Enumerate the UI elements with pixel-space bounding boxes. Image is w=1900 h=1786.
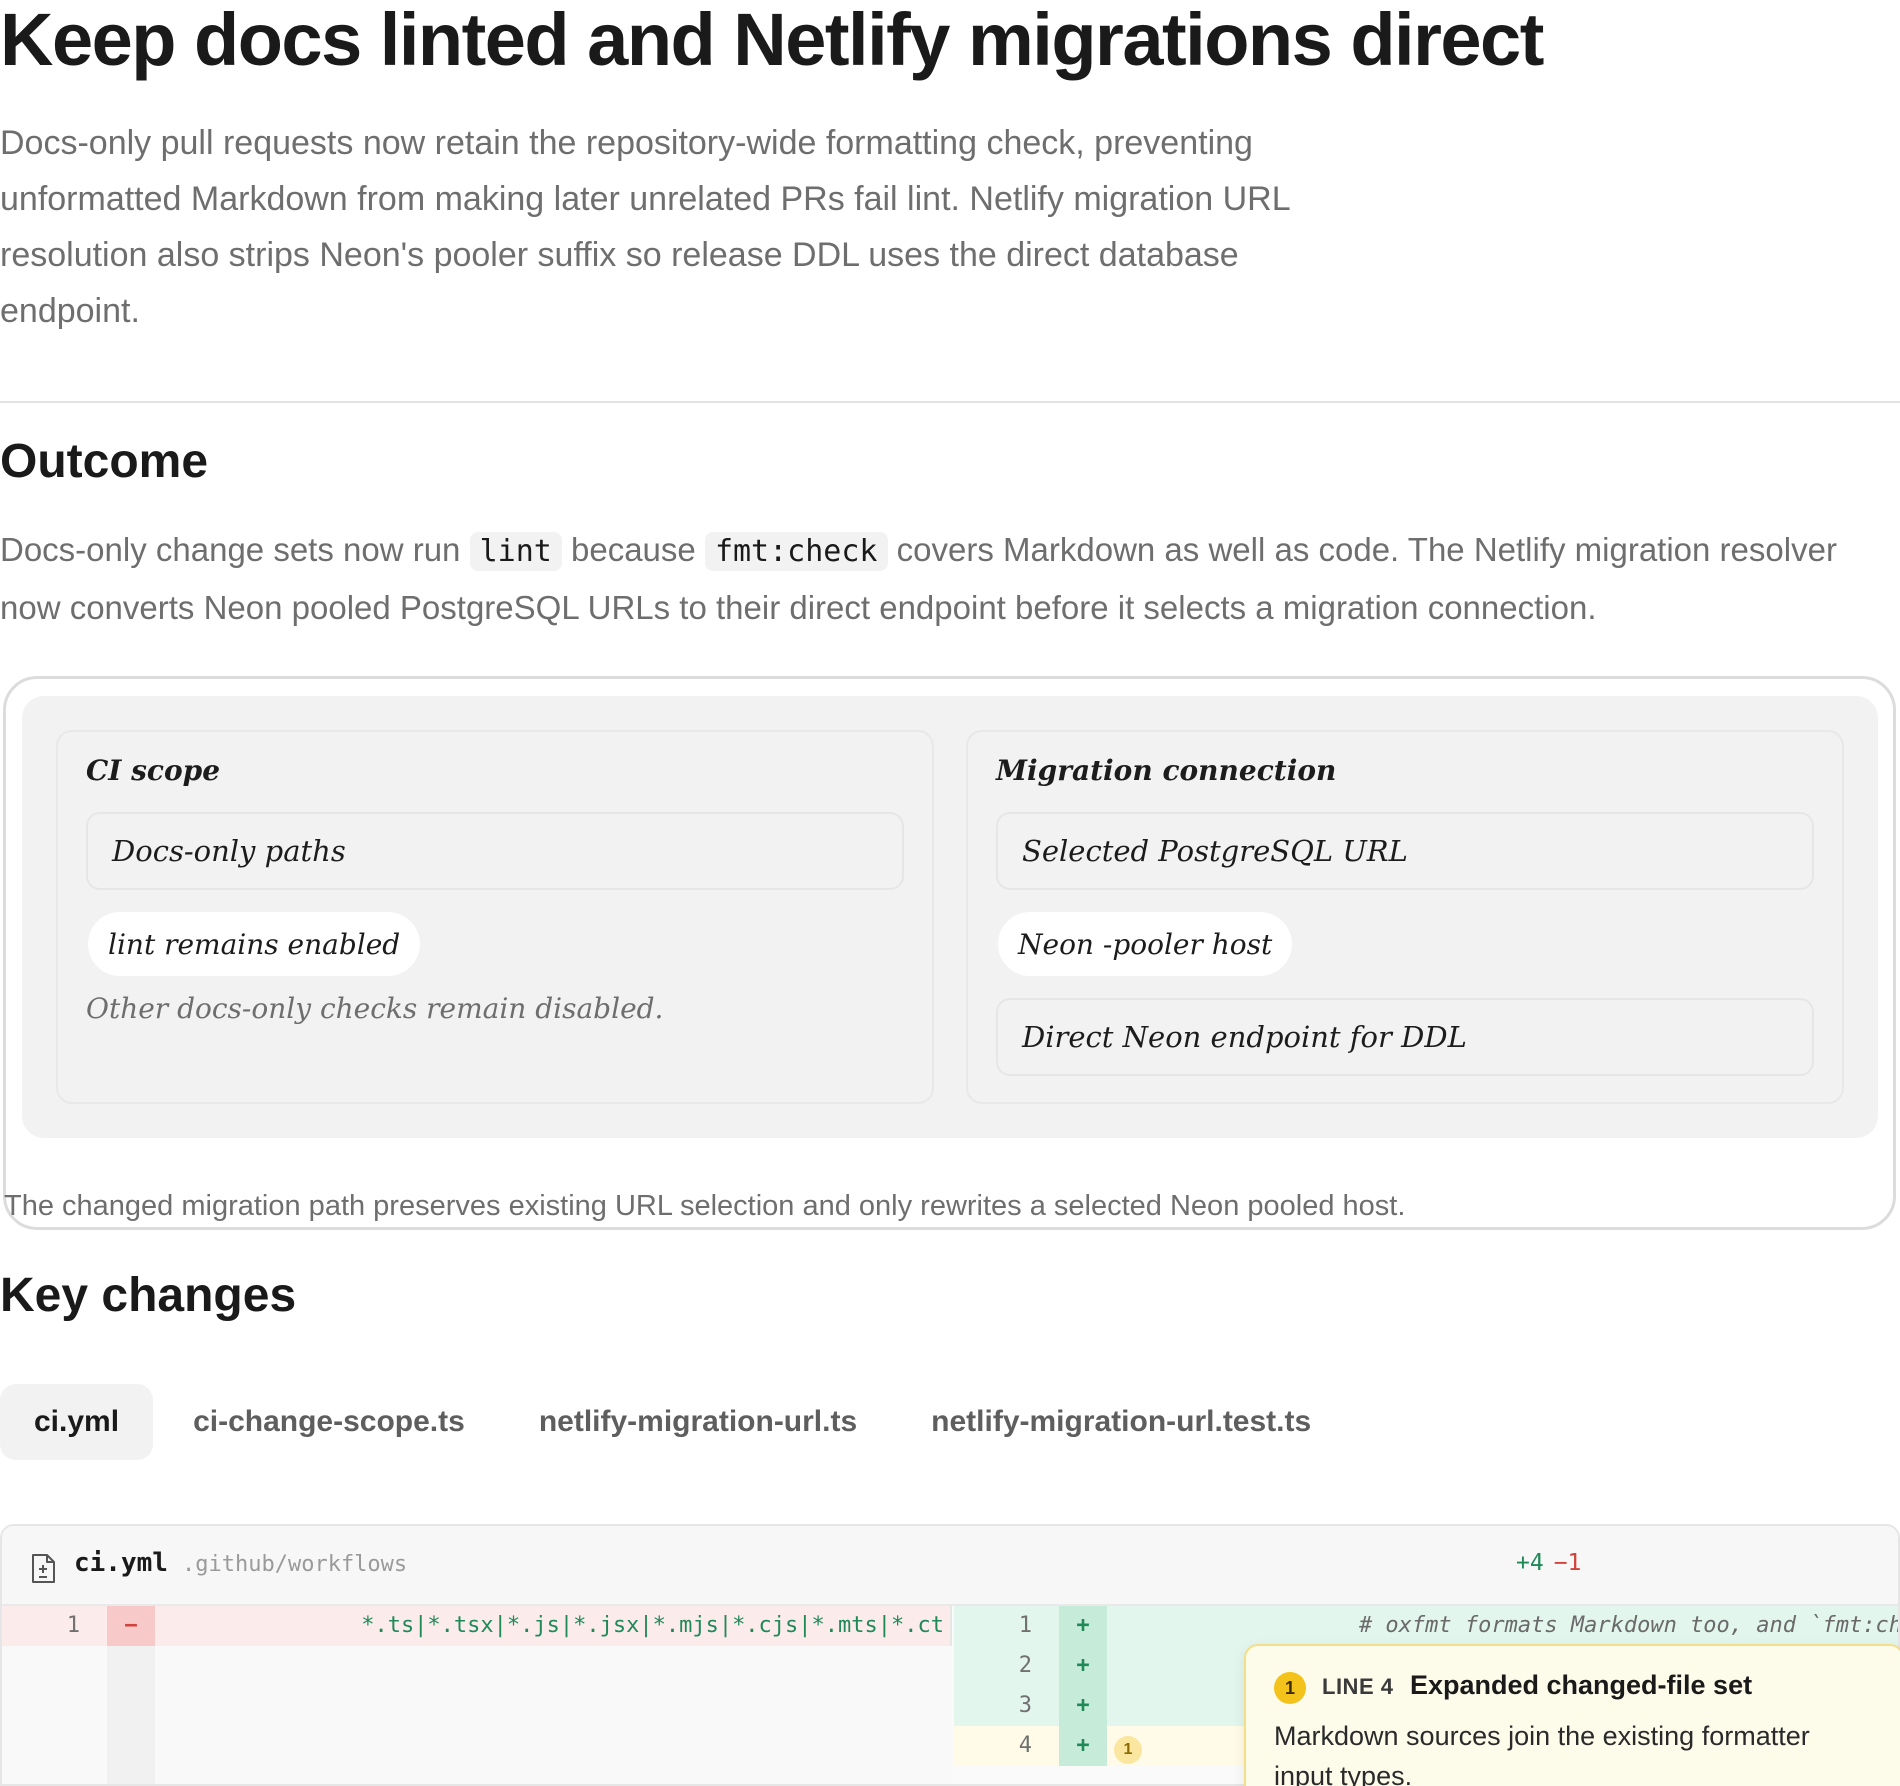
docs-only-note: Other docs-only checks remain disabled. (86, 992, 664, 1025)
diff-line-added[interactable]: 1 + # oxfmt formats Markdown too, and `f… (954, 1606, 1900, 1646)
removed-sign: − (107, 1606, 155, 1646)
line-code: # oxfmt formats Markdown too, and `fmt:c… (1358, 1613, 1900, 1638)
annotation-badge: 1 (1274, 1672, 1306, 1704)
diff-stats: +4 −1 (1516, 1550, 1581, 1576)
tab-netlify-migration-url-test[interactable]: netlify-migration-url.test.ts (897, 1384, 1345, 1460)
outcome-text-1: Docs-only change sets now run (0, 531, 470, 568)
selected-url-box: Selected PostgreSQL URL (996, 812, 1814, 890)
inline-code-fmt-check: fmt:check (704, 532, 888, 571)
line-number: 1 (1018, 1613, 1032, 1638)
ci-scope-title: CI scope (86, 754, 221, 787)
inline-code-lint: lint (469, 532, 562, 571)
line-number: 3 (1018, 1693, 1032, 1718)
line-number: 2 (1018, 1653, 1032, 1678)
diff-line-removed[interactable]: 1 − *.ts|*.tsx|*.js|*.jsx|*.mjs|*.cjs|*.… (2, 1606, 950, 1646)
page-title: Keep docs linted and Netlify migrations … (0, 0, 1544, 81)
annotation-body: Markdown sources join the existing forma… (1274, 1721, 1810, 1786)
deletions-count: −1 (1553, 1550, 1582, 1576)
line-number: 1 (66, 1613, 80, 1638)
additions-count: +4 (1516, 1550, 1544, 1576)
added-sign: + (1059, 1646, 1107, 1686)
tab-netlify-migration-url[interactable]: netlify-migration-url.ts (505, 1384, 891, 1460)
tab-ci-yml[interactable]: ci.yml (0, 1384, 154, 1460)
intro-paragraph: Docs-only pull requests now retain the r… (0, 124, 1290, 330)
annotation-marker[interactable]: 1 (1114, 1736, 1142, 1764)
direct-endpoint-box: Direct Neon endpoint for DDL (996, 998, 1814, 1076)
key-changes-heading: Key changes (0, 1269, 297, 1322)
diff-header: ci.yml .github/workflows +4 −1 (2, 1526, 1898, 1606)
diff-left-side: 1 − *.ts|*.tsx|*.js|*.jsx|*.mjs|*.cjs|*.… (2, 1606, 952, 1784)
annotation-line-label: LINE 4 (1322, 1674, 1394, 1699)
outcome-heading: Outcome (0, 435, 209, 488)
annotation-title: Expanded changed-file set (1410, 1670, 1753, 1700)
added-sign: + (1059, 1686, 1107, 1726)
line-code: *.ts|*.tsx|*.js|*.jsx|*.mjs|*.cjs|*.mts|… (361, 1613, 944, 1638)
added-sign: + (1059, 1726, 1107, 1766)
diagram-caption: The changed migration path preserves exi… (4, 1190, 1406, 1222)
section-divider (0, 401, 1900, 403)
tab-ci-change-scope[interactable]: ci-change-scope.ts (159, 1384, 499, 1460)
migration-connection-title: Migration connection (996, 754, 1337, 787)
diff-filename: ci.yml (74, 1548, 168, 1578)
file-tabs: ci.yml ci-change-scope.ts netlify-migrat… (0, 1384, 1351, 1460)
file-diff-icon (32, 1554, 55, 1583)
line-number: 4 (1018, 1733, 1032, 1758)
diff-file-path: .github/workflows (182, 1552, 408, 1577)
pr-summary-page: Keep docs linted and Netlify migrations … (0, 0, 1900, 1786)
neon-pooler-pill: Neon -pooler host (998, 912, 1293, 976)
lint-enabled-pill: lint remains enabled (88, 912, 421, 976)
outcome-text-2: because (561, 531, 705, 568)
annotation-popover: 1 LINE 4 Expanded changed-file set Markd… (1244, 1644, 1900, 1786)
diff-left-empty-gutter (107, 1646, 155, 1784)
added-sign: + (1059, 1606, 1107, 1646)
outcome-paragraph: Docs-only change sets now run lint becau… (0, 522, 1895, 636)
docs-only-paths-box: Docs-only paths (86, 812, 904, 890)
